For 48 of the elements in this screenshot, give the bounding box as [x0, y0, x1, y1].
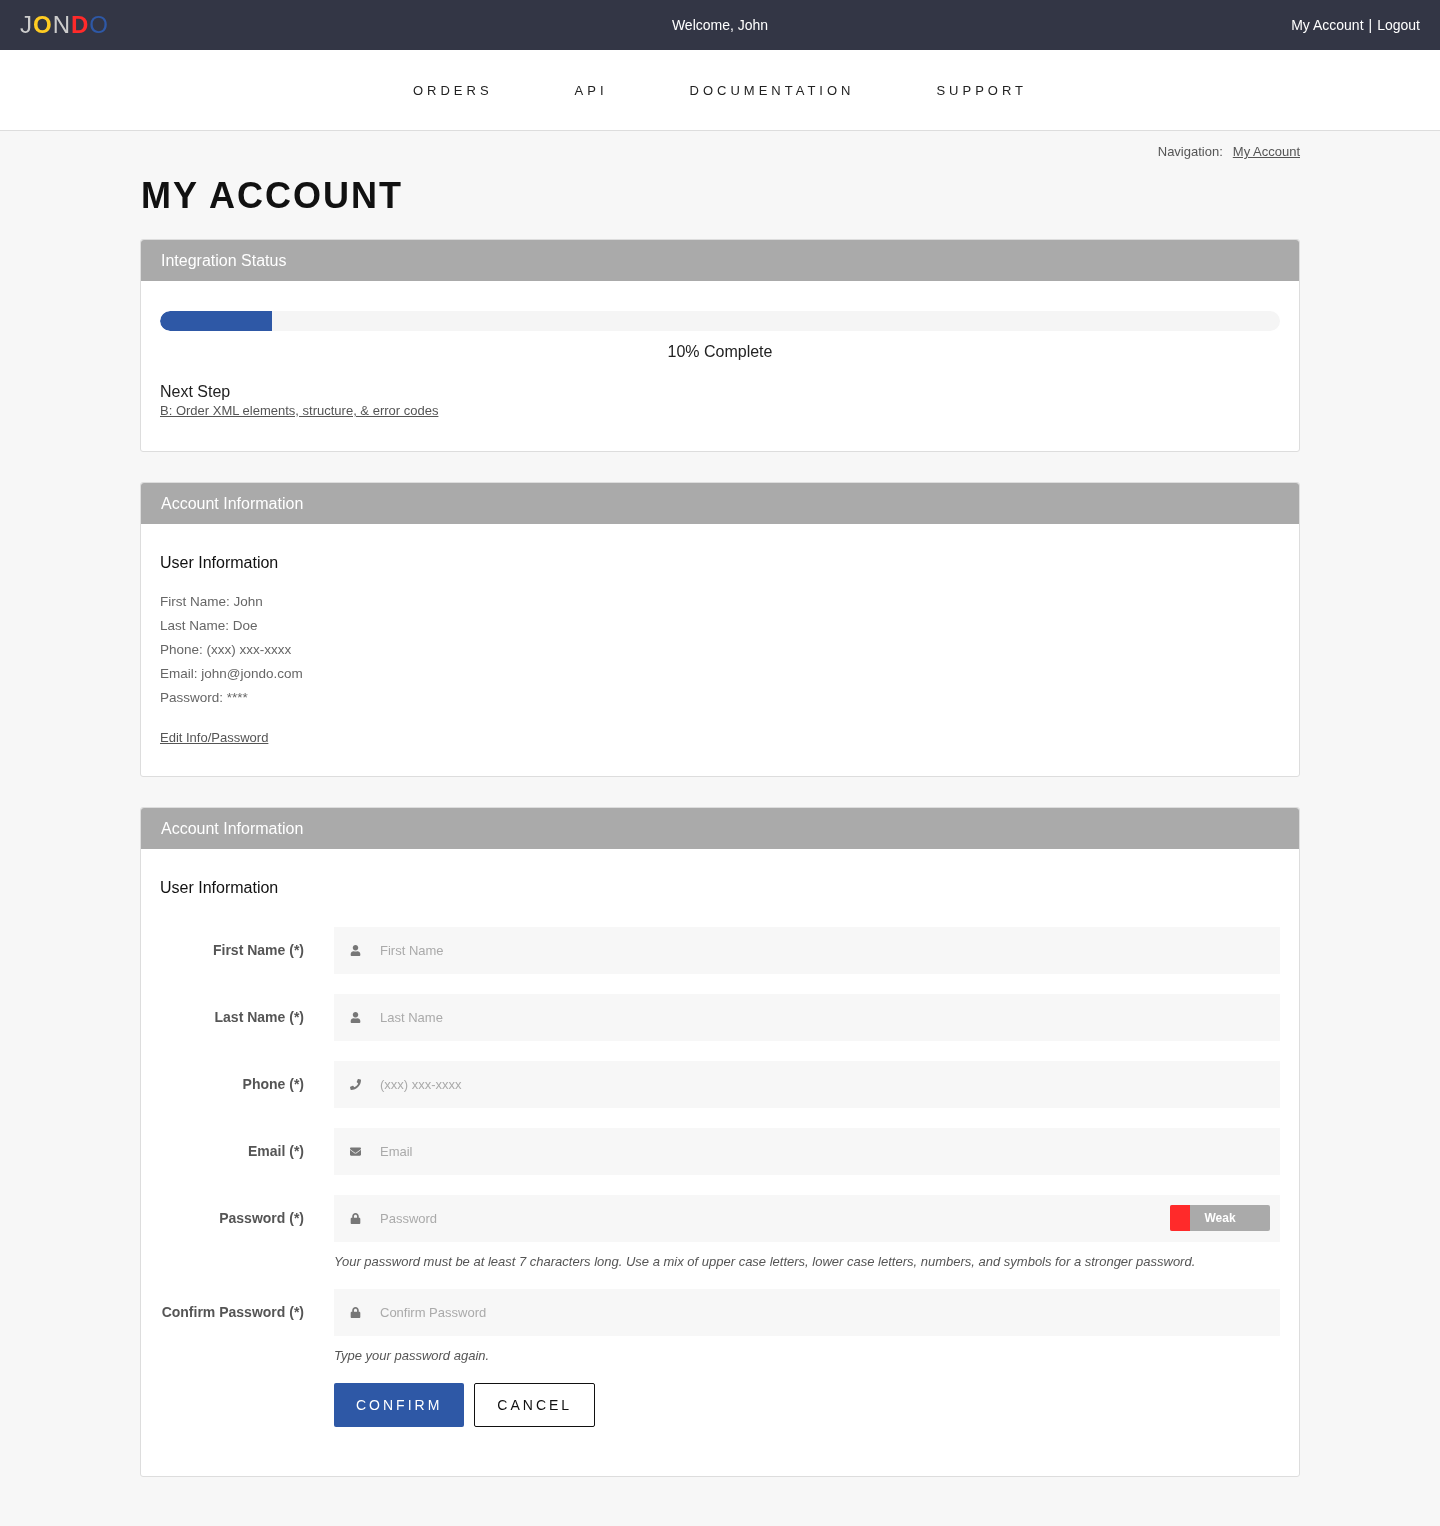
nav-item[interactable]: API	[574, 82, 608, 98]
input-field[interactable]: Confirm Password	[334, 1289, 1280, 1336]
field-hint: Type your password again.	[334, 1348, 491, 1363]
info-line: Password: ****	[160, 689, 249, 707]
nav-item[interactable]: SUPPORT	[936, 82, 1028, 98]
info-line: Email: john@jondo.com	[160, 665, 304, 683]
next-step-link[interactable]: B: Order XML elements, structure, & error codes	[160, 403, 439, 418]
edit-link[interactable]: Edit Info/Password	[160, 730, 269, 745]
card-header: Integration Status	[141, 240, 1299, 281]
separator: |	[1368, 17, 1373, 33]
logo[interactable]: JONDO	[20, 11, 110, 39]
field-label: Password (*)	[218, 1209, 304, 1228]
section-subtitle: User Information	[160, 554, 280, 572]
input-field[interactable]: First Name	[334, 927, 1280, 974]
breadcrumb-label: Navigation:	[1157, 144, 1223, 159]
input-field[interactable]: Email	[334, 1128, 1280, 1175]
phone-icon	[350, 1079, 361, 1090]
field-label: Last Name (*)	[213, 1008, 304, 1027]
card-header: Account Information	[141, 808, 1299, 849]
input-field[interactable]: (xxx) xxx-xxxx	[334, 1061, 1280, 1108]
person-icon	[350, 945, 361, 956]
envelope-icon	[350, 1146, 361, 1157]
field-label: Phone (*)	[241, 1075, 304, 1094]
account-link[interactable]: My Account	[1291, 17, 1364, 33]
strength-label: Weak	[1204, 1211, 1236, 1225]
confirm-button[interactable]: CONFIRM	[334, 1383, 465, 1427]
progress-reading: 10% Complete	[666, 343, 774, 361]
field-label: First Name (*)	[211, 941, 304, 960]
page-title: MY ACCOUNT	[141, 175, 404, 217]
cancel-button[interactable]: CANCEL	[474, 1383, 596, 1427]
lock-icon	[350, 1213, 361, 1224]
info-line: First Name: John	[160, 593, 264, 611]
info-line: Phone: (xxx) xxx-xxxx	[160, 641, 293, 659]
next-step-label: Next Step	[160, 383, 232, 401]
section-subtitle: User Information	[160, 879, 280, 897]
field-hint: Your password must be at least 7 characters long. Use a mix of upper case letters, lower case letters, numbers, and symbols for a stronger password.	[334, 1254, 1197, 1269]
nav-item[interactable]: DOCUMENTATION	[689, 82, 855, 98]
breadcrumb-link[interactable]: My Account	[1232, 144, 1300, 159]
nav-item[interactable]: ORDERS	[412, 82, 493, 98]
welcome-text: Welcome, John	[671, 17, 769, 33]
field-label: Confirm Password (*)	[160, 1303, 304, 1322]
card-header: Account Information	[141, 483, 1299, 524]
info-line: Last Name: Doe	[160, 617, 259, 635]
lock-icon	[350, 1307, 361, 1318]
field-label: Email (*)	[247, 1142, 304, 1161]
logout-link[interactable]: Logout	[1377, 17, 1420, 33]
input-field[interactable]: Last Name	[334, 994, 1280, 1041]
person-icon	[350, 1012, 361, 1023]
